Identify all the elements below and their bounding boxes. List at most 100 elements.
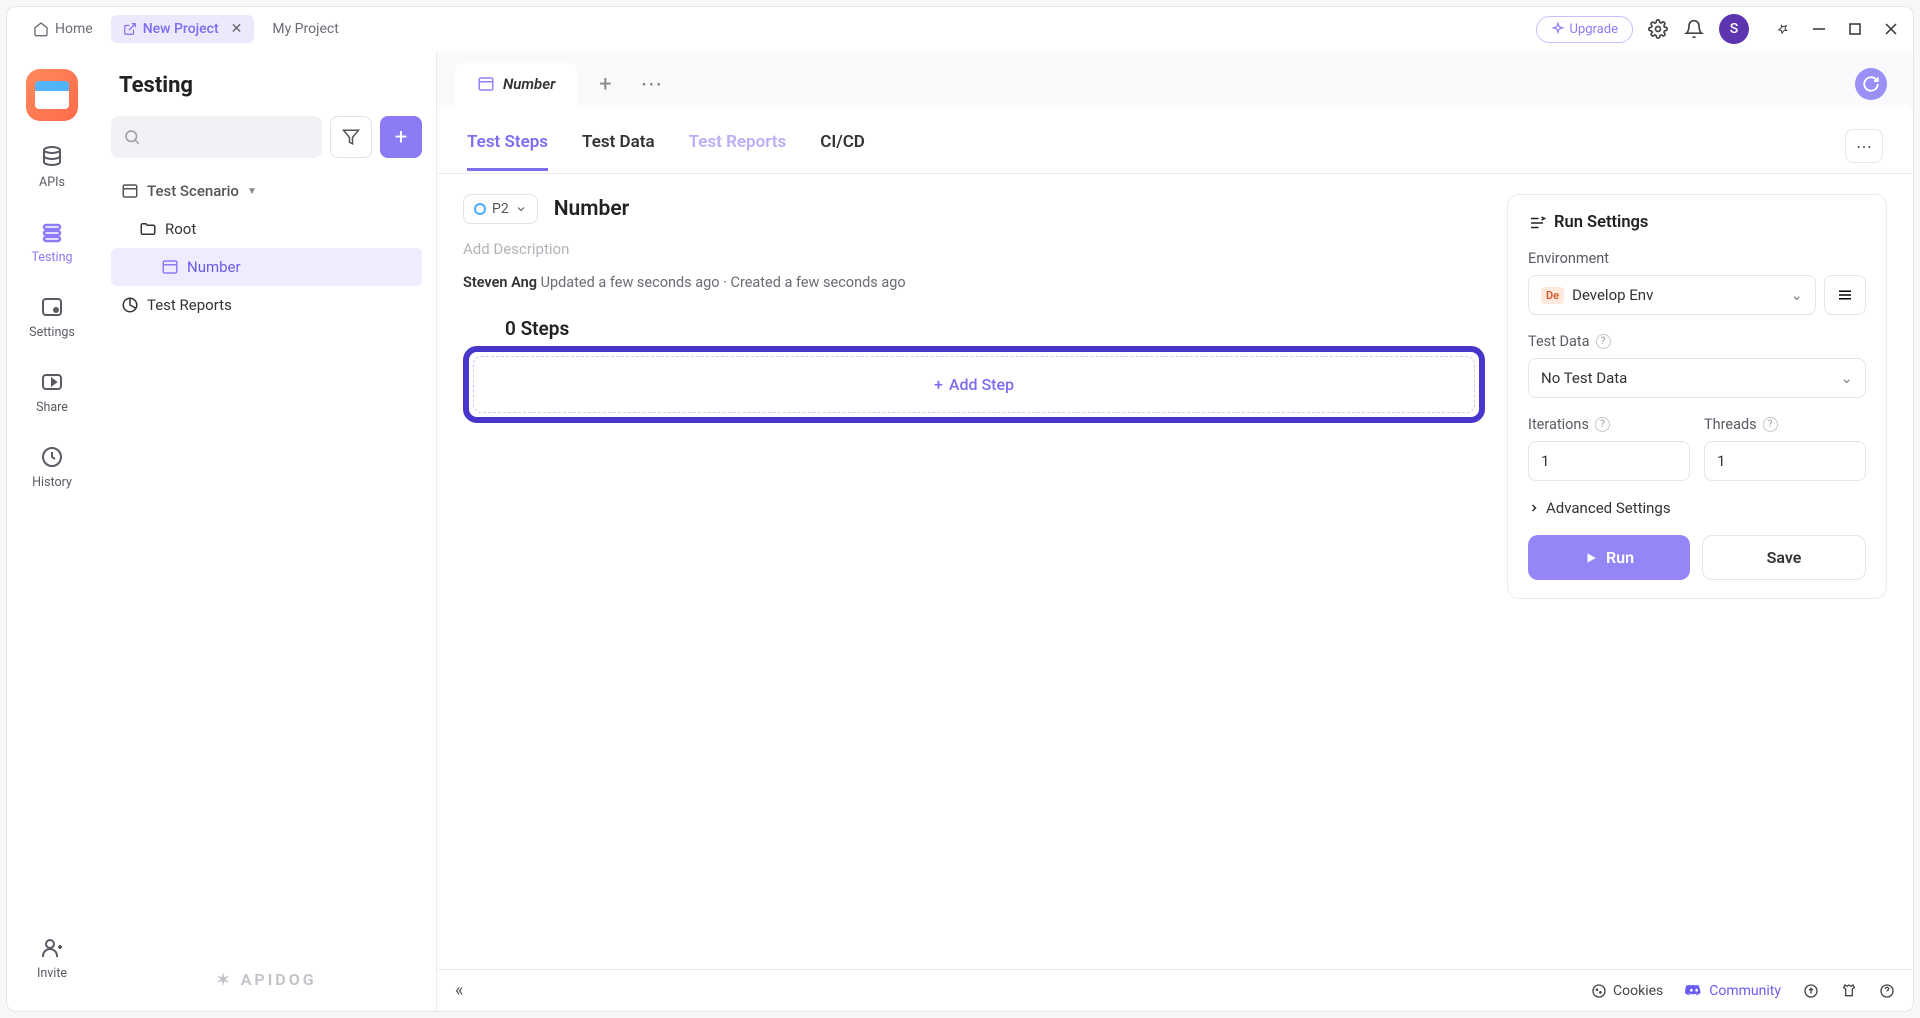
inner-tab-more[interactable]: ⋯ (1845, 129, 1883, 163)
help-icon[interactable]: ? (1763, 417, 1778, 432)
titlebar-right: Upgrade S (1536, 14, 1899, 44)
tree-root[interactable]: Root (111, 210, 422, 248)
tree-test-reports[interactable]: Test Reports (111, 286, 422, 324)
discord-icon (1685, 982, 1703, 1000)
rail-share[interactable]: Share (7, 364, 97, 421)
sync-button[interactable] (1855, 68, 1887, 100)
env-menu-button[interactable] (1824, 275, 1866, 315)
user-plus-icon (40, 936, 64, 960)
upgrade-button[interactable]: Upgrade (1536, 16, 1633, 43)
priority-selector[interactable]: P2 (463, 194, 538, 224)
tab-test-steps[interactable]: Test Steps (467, 132, 548, 171)
run-settings-panel: Run Settings Environment De Develop Env … (1507, 194, 1887, 599)
env-label: Environment (1528, 250, 1866, 267)
home-tab[interactable]: Home (21, 15, 105, 43)
document-tabs: Number + ⋯ (437, 51, 1913, 105)
chevron-down-icon: ⌄ (1790, 286, 1803, 304)
chevron-down-icon (515, 203, 527, 215)
env-value: Develop Env (1572, 286, 1653, 304)
caret-down-icon: ▼ (247, 186, 257, 197)
priority-label: P2 (492, 201, 509, 217)
description-input[interactable]: Add Description (463, 240, 1485, 258)
home-label: Home (55, 21, 93, 37)
help-icon[interactable]: ? (1596, 334, 1611, 349)
scenario-title[interactable]: Number (554, 197, 630, 221)
settings-gear-icon[interactable] (1647, 18, 1669, 40)
app-logo[interactable] (26, 69, 78, 121)
iterations-input[interactable] (1528, 441, 1690, 481)
tab-cicd[interactable]: CI/CD (820, 132, 865, 171)
meta-line: Steven Ang Updated a few seconds ago · C… (463, 274, 1485, 291)
refresh-icon (1862, 75, 1880, 93)
testdata-select[interactable]: No Test Data ⌄ (1528, 358, 1866, 398)
bell-icon[interactable] (1683, 18, 1705, 40)
tree-item-number[interactable]: Number (111, 248, 422, 286)
titlebar: Home New Project ✕ My Project Upgrade S (7, 7, 1913, 51)
detail-body: P2 Number Add Description Steven Ang Upd… (437, 174, 1913, 969)
steps-count: 0 Steps (463, 317, 1485, 346)
share-icon (40, 370, 64, 394)
run-title-label: Run Settings (1554, 213, 1648, 232)
pin-icon[interactable] (1775, 21, 1791, 37)
add-scenario-button[interactable]: + (380, 116, 422, 158)
threads-label-text: Threads (1704, 416, 1757, 433)
close-icon[interactable]: ✕ (231, 21, 243, 37)
testdata-label: Test Data ? (1528, 333, 1866, 350)
rail-history[interactable]: History (7, 439, 97, 496)
rail-settings[interactable]: Settings (7, 289, 97, 346)
chevron-right-icon (1528, 502, 1540, 514)
app-window: Home New Project ✕ My Project Upgrade S (6, 6, 1914, 1012)
run-button[interactable]: Run (1528, 535, 1690, 580)
rail-testing[interactable]: Testing (7, 214, 97, 271)
save-button[interactable]: Save (1702, 535, 1866, 580)
environment-select[interactable]: De Develop Env ⌄ (1528, 275, 1816, 315)
priority-dot-icon (474, 203, 486, 215)
doc-tab-number[interactable]: Number (455, 63, 577, 105)
tree-reports-label: Test Reports (147, 296, 232, 314)
scenario-item-icon (161, 258, 179, 276)
steps-block: 0 Steps + Add Step (463, 317, 1485, 439)
window-controls (1775, 21, 1899, 37)
threads-input[interactable] (1704, 441, 1866, 481)
community-label: Community (1709, 983, 1781, 999)
cookie-icon (1591, 983, 1607, 999)
help-icon[interactable]: ? (1595, 417, 1610, 432)
clock-icon (40, 445, 64, 469)
add-step-button[interactable]: + Add Step (473, 356, 1475, 413)
close-window-icon[interactable] (1883, 21, 1899, 37)
tree-test-scenario[interactable]: Test Scenario ▼ (111, 172, 422, 210)
bottom-bar: « Cookies Community (437, 969, 1913, 1011)
minimize-icon[interactable] (1811, 21, 1827, 37)
new-project-label: New Project (143, 21, 219, 37)
advanced-settings-toggle[interactable]: Advanced Settings (1528, 499, 1866, 517)
upload-icon[interactable] (1803, 983, 1819, 999)
avatar[interactable]: S (1719, 14, 1749, 44)
iterations-label: Iterations ? (1528, 416, 1690, 433)
add-doc-tab[interactable]: + (587, 66, 623, 102)
run-settings-title: Run Settings (1528, 213, 1866, 232)
scenario-icon (121, 182, 139, 200)
shirt-icon[interactable] (1841, 983, 1857, 999)
tab-test-reports[interactable]: Test Reports (689, 132, 787, 171)
new-project-tab[interactable]: New Project ✕ (111, 15, 255, 43)
doc-tab-label: Number (503, 75, 555, 93)
help-circle-icon[interactable] (1879, 983, 1895, 999)
rail-apis[interactable]: APIs (7, 139, 97, 196)
advanced-label: Advanced Settings (1546, 499, 1671, 517)
cookies-link[interactable]: Cookies (1591, 983, 1663, 999)
my-project-tab[interactable]: My Project (260, 15, 350, 43)
env-badge: De (1541, 287, 1564, 304)
rail-invite-label: Invite (37, 966, 67, 981)
cookies-label: Cookies (1613, 983, 1663, 999)
filter-button[interactable] (330, 116, 372, 158)
tab-test-data[interactable]: Test Data (582, 132, 655, 171)
rail-invite[interactable]: Invite (7, 930, 97, 987)
collapse-panel-button[interactable]: « (455, 980, 463, 1001)
community-link[interactable]: Community (1685, 982, 1781, 1000)
doc-tab-more[interactable]: ⋯ (633, 66, 669, 102)
iterations-label-text: Iterations (1528, 416, 1589, 433)
sidebar-brand: ✶ APIDOG (111, 956, 422, 1003)
maximize-icon[interactable] (1847, 21, 1863, 37)
brand-glyph-icon: ✶ (216, 970, 232, 989)
search-input[interactable] (111, 116, 322, 158)
